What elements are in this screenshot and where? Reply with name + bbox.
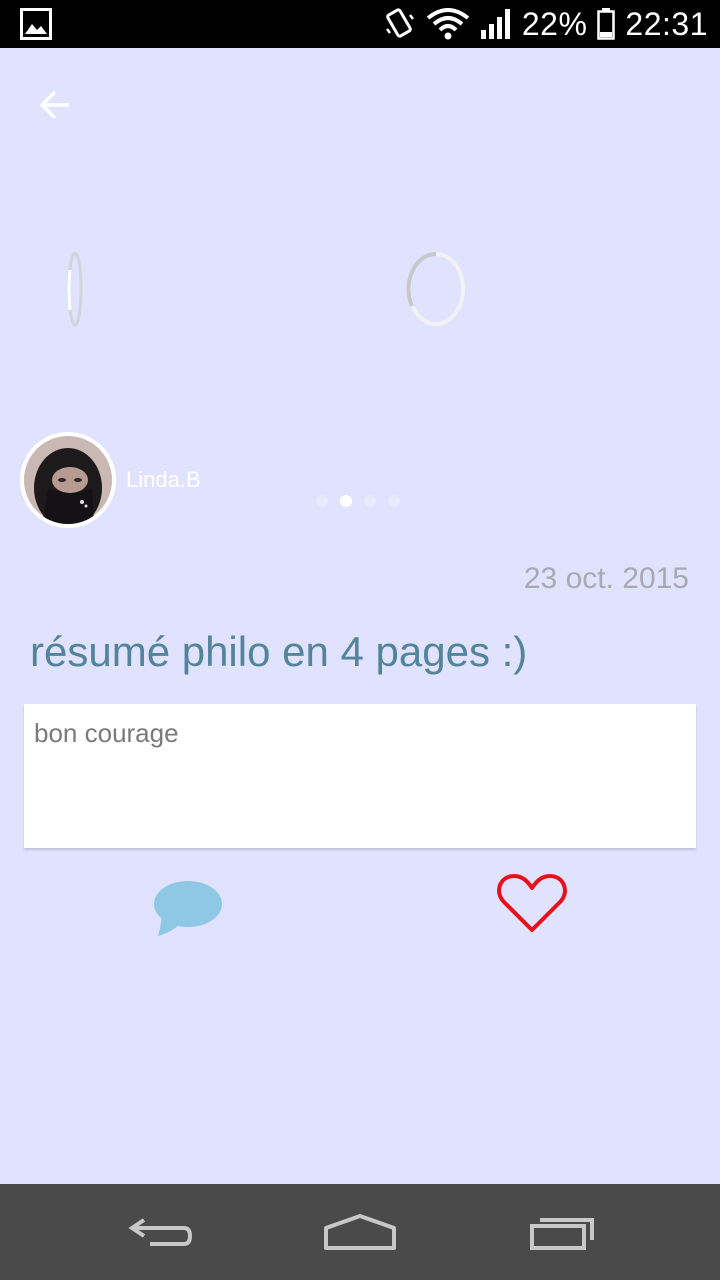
battery-icon xyxy=(597,8,616,40)
status-bar: 22% 22:31 xyxy=(0,0,720,48)
gallery-icon xyxy=(20,8,52,40)
post-title: résumé philo en 4 pages :) xyxy=(30,628,528,675)
speech-bubble-icon xyxy=(154,881,222,936)
avatar-image xyxy=(24,436,112,524)
avatar[interactable] xyxy=(20,432,116,528)
home-icon xyxy=(324,1214,396,1250)
nav-home-button[interactable] xyxy=(320,1198,400,1266)
post-date: 23 oct. 2015 xyxy=(523,562,689,595)
pager-dot[interactable] xyxy=(388,495,400,507)
arrow-left-icon xyxy=(39,90,69,120)
nav-recent-apps-button[interactable] xyxy=(522,1198,602,1266)
navigation-bar xyxy=(0,1184,720,1280)
signal-icon xyxy=(480,9,510,39)
comment-button[interactable] xyxy=(150,876,226,940)
loading-spinner-icon xyxy=(406,251,465,326)
nav-back-button[interactable] xyxy=(120,1198,200,1266)
pager-dot-active[interactable] xyxy=(340,495,352,507)
carousel-pager xyxy=(316,495,400,507)
pager-dot[interactable] xyxy=(364,495,376,507)
like-button[interactable] xyxy=(496,872,568,936)
heart-icon xyxy=(497,874,567,932)
recent-apps-icon xyxy=(530,1218,594,1250)
pager-dot[interactable] xyxy=(316,495,328,507)
vibrate-icon xyxy=(385,8,414,38)
back-icon xyxy=(128,1218,193,1246)
author-name[interactable]: Linda.B xyxy=(126,467,201,493)
battery-percent: 22% xyxy=(521,5,588,42)
comment-card: bon courage xyxy=(24,704,696,848)
comment-text: bon courage xyxy=(34,718,179,748)
clock: 22:31 xyxy=(625,5,708,42)
loading-spinner-icon xyxy=(67,251,83,327)
wifi-icon xyxy=(426,8,470,40)
back-button[interactable] xyxy=(30,80,80,130)
